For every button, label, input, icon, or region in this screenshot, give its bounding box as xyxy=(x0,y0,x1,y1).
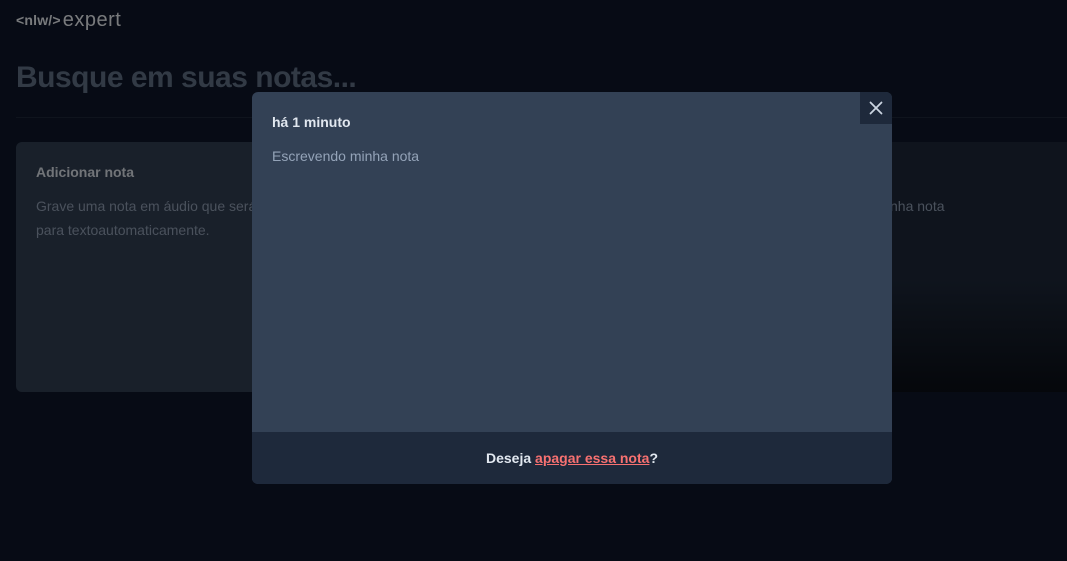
app-page: <nlw/> expert Adicionar nota Grave uma n… xyxy=(0,0,1067,561)
footer-prefix: Deseja xyxy=(486,450,536,466)
close-modal-button[interactable] xyxy=(860,92,892,124)
modal-body: há 1 minuto Escrevendo minha nota xyxy=(252,92,892,190)
delete-note-link[interactable]: apagar essa nota xyxy=(535,450,649,466)
note-modal: há 1 minuto Escrevendo minha nota Deseja… xyxy=(252,92,892,484)
x-icon xyxy=(869,101,883,115)
modal-footer: Deseja apagar essa nota ? xyxy=(252,432,892,484)
note-date: há 1 minuto xyxy=(272,114,351,130)
note-content: Escrevendo minha nota xyxy=(272,148,420,164)
footer-suffix: ? xyxy=(649,450,658,466)
